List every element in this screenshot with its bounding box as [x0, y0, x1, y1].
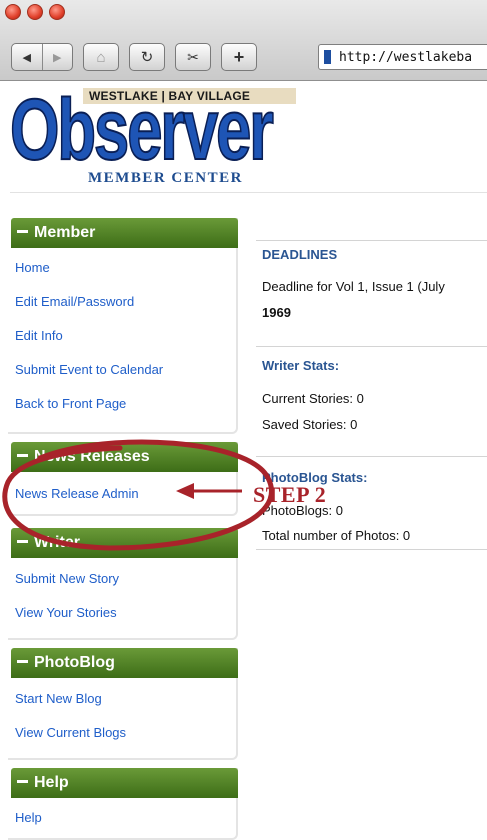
back-icon[interactable]: ◀	[12, 51, 42, 64]
help-panel-title: Help	[34, 774, 69, 791]
address-bar[interactable]: http://westlakeba	[318, 44, 487, 70]
writer-panel-title: Writer	[34, 534, 80, 551]
total-photos-stat: Total number of Photos: 0	[262, 528, 411, 543]
writer-stats-heading: Writer Stats:	[262, 358, 340, 373]
help-panel: Help Help	[8, 768, 238, 840]
deadline-text: Deadline for Vol 1, Issue 1 (July	[262, 279, 445, 294]
photoblog-panel-header[interactable]: PhotoBlog	[11, 648, 238, 678]
content-divider	[256, 549, 487, 550]
favicon-icon	[324, 50, 331, 64]
site-logo[interactable]: WESTLAKE | BAY VILLAGE Observer MEMBER C…	[9, 81, 296, 192]
member-panel: Member Home Edit Email/Password Edit Inf…	[8, 218, 238, 434]
close-window-button[interactable]	[5, 4, 21, 20]
add-bookmark-icon[interactable]: +	[221, 43, 257, 71]
logo-subtitle: MEMBER CENTER	[88, 170, 243, 186]
sidebar-item-submit-new-story[interactable]: Submit New Story	[8, 571, 236, 586]
reload-icon[interactable]: ↻	[129, 43, 165, 71]
sidebar-item-back-to-front-page[interactable]: Back to Front Page	[8, 396, 236, 411]
member-panel-header[interactable]: Member	[11, 218, 238, 248]
collapse-icon	[17, 780, 28, 784]
zoom-window-button[interactable]	[49, 4, 65, 20]
home-icon[interactable]: ⌂	[83, 43, 119, 71]
url-text: http://westlakeba	[339, 49, 473, 65]
help-panel-header[interactable]: Help	[11, 768, 238, 798]
collapse-icon	[17, 230, 28, 234]
deadline-year: 1969	[262, 305, 291, 320]
writer-panel-header[interactable]: Writer	[11, 528, 238, 558]
back-forward-buttons: ◀ ▶	[11, 43, 73, 71]
snippet-icon[interactable]: ✂	[175, 43, 211, 71]
writer-panel: Writer Submit New Story View Your Storie…	[8, 528, 238, 640]
header-divider	[10, 192, 487, 193]
content-divider	[256, 456, 487, 457]
sidebar-item-submit-event[interactable]: Submit Event to Calendar	[8, 362, 236, 377]
step-label: STEP 2	[253, 482, 327, 507]
photoblog-panel: PhotoBlog Start New Blog View Current Bl…	[8, 648, 238, 760]
collapse-icon	[17, 660, 28, 664]
content-divider	[256, 346, 487, 347]
sidebar-item-edit-info[interactable]: Edit Info	[8, 328, 236, 343]
sidebar-item-view-current-blogs[interactable]: View Current Blogs	[8, 725, 236, 740]
sidebar-item-news-release-admin[interactable]: News Release Admin	[8, 486, 236, 501]
minimize-window-button[interactable]	[27, 4, 43, 20]
collapse-icon	[17, 454, 28, 458]
photoblog-panel-title: PhotoBlog	[34, 654, 115, 671]
content-divider	[256, 240, 487, 241]
news-releases-panel-header[interactable]: News Releases	[11, 442, 238, 472]
current-stories-stat: Current Stories: 0	[262, 391, 364, 406]
deadlines-heading: DEADLINES	[262, 247, 338, 262]
forward-icon[interactable]: ▶	[43, 51, 73, 64]
news-releases-panel: News Releases News Release Admin	[8, 442, 238, 516]
logo-wordmark: Observer	[9, 81, 274, 179]
saved-stories-stat: Saved Stories: 0	[262, 417, 358, 432]
sidebar-item-help[interactable]: Help	[8, 810, 236, 825]
sidebar-item-home[interactable]: Home	[8, 260, 236, 275]
news-releases-panel-title: News Releases	[34, 448, 150, 465]
sidebar-item-edit-email-password[interactable]: Edit Email/Password	[8, 294, 236, 309]
sidebar-item-start-new-blog[interactable]: Start New Blog	[8, 691, 236, 706]
member-panel-title: Member	[34, 224, 96, 241]
sidebar-item-view-your-stories[interactable]: View Your Stories	[8, 605, 236, 620]
collapse-icon	[17, 540, 28, 544]
browser-toolbar: ◀ ▶ ⌂ ↻ ✂ + http://westlakeba	[0, 0, 487, 81]
